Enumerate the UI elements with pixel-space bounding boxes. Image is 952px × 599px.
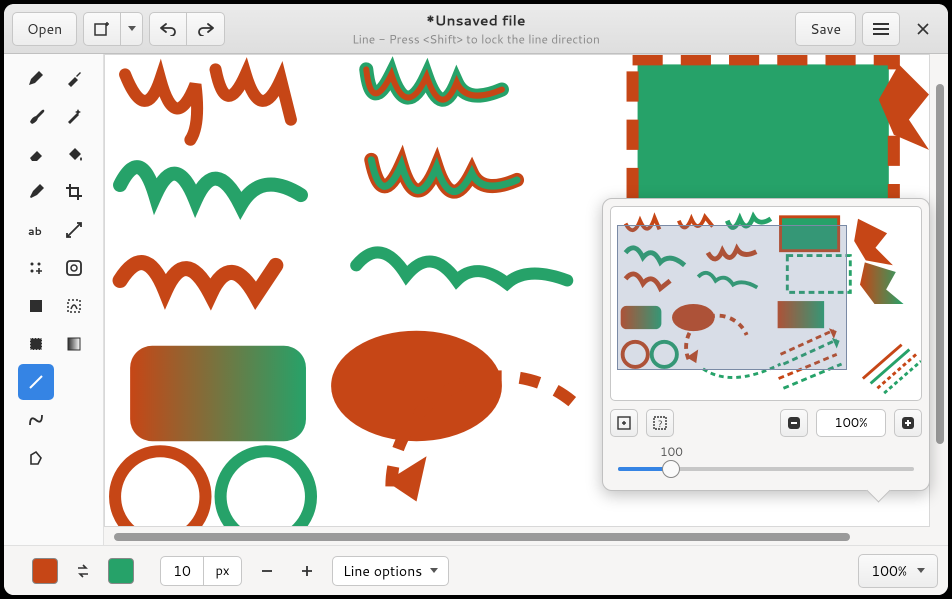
close-button[interactable] [906, 12, 940, 46]
gradient-tool[interactable] [56, 326, 92, 362]
crop-tool[interactable] [56, 174, 92, 210]
eraser-tool[interactable] [18, 136, 54, 172]
size-input[interactable] [160, 556, 204, 586]
app-window: Open *Unsaved file Line - Press <Shift> … [4, 4, 948, 595]
size-decrease-button[interactable] [252, 556, 282, 586]
zoom-input[interactable] [816, 409, 886, 437]
secondary-color-swatch[interactable] [108, 558, 134, 584]
title-center: *Unsaved file Line - Press <Shift> to lo… [352, 10, 600, 47]
zoom-help-button[interactable]: ? [646, 409, 674, 437]
chevron-down-icon [917, 568, 925, 573]
zoom-popover: ? 100 [602, 198, 930, 491]
move-tool[interactable] [56, 212, 92, 248]
undo-redo-group [149, 12, 225, 46]
color-picker-tool[interactable] [56, 60, 92, 96]
magic-tool[interactable] [56, 98, 92, 134]
line-tool[interactable] [18, 364, 54, 400]
new-tab-icon[interactable] [83, 12, 121, 46]
new-menu[interactable] [83, 12, 143, 46]
points-tool[interactable] [18, 250, 54, 286]
vertical-scrollbar[interactable] [932, 54, 948, 527]
pencil-tool[interactable] [18, 60, 54, 96]
zoom-out-button[interactable] [780, 409, 808, 437]
text-tool[interactable]: ab [18, 212, 54, 248]
zoom-slider[interactable]: 100 [610, 443, 922, 483]
open-button[interactable]: Open [12, 12, 77, 46]
menu-icon [873, 23, 889, 35]
horizontal-scrollbar[interactable] [104, 529, 930, 545]
curve-tool[interactable] [18, 402, 54, 438]
primary-color-swatch[interactable] [32, 558, 58, 584]
size-unit: px [204, 556, 242, 586]
select-free-tool[interactable] [18, 288, 54, 324]
canvas-area: ? 100 [104, 54, 948, 545]
window-subtitle: Line - Press <Shift> to lock the line di… [352, 30, 600, 47]
minimap[interactable] [610, 206, 922, 401]
hamburger-menu[interactable] [862, 12, 900, 46]
minimap-viewport[interactable] [617, 225, 847, 370]
slider-label: 100 [660, 443, 683, 460]
size-increase-button[interactable] [292, 556, 322, 586]
window-title: *Unsaved file [352, 10, 600, 30]
new-menu-caret[interactable] [121, 12, 143, 46]
zoom-indicator[interactable]: 100% [858, 554, 938, 588]
toolbox: ab [4, 54, 104, 545]
undo-button[interactable] [149, 12, 187, 46]
line-options-select[interactable]: Line options [332, 556, 449, 586]
zoom-value: 100% [871, 561, 907, 581]
bucket-tool[interactable] [56, 136, 92, 172]
statusbar: px Line options 100% [4, 545, 948, 595]
redo-button[interactable] [187, 12, 225, 46]
svg-text:?: ? [658, 417, 663, 430]
rectangle-tool[interactable] [18, 326, 54, 362]
polygon-tool[interactable] [18, 440, 54, 476]
select-rect-tool[interactable] [56, 250, 92, 286]
titlebar: Open *Unsaved file Line - Press <Shift> … [4, 4, 948, 54]
brush-tool[interactable] [18, 98, 54, 134]
select-color-tool[interactable] [56, 288, 92, 324]
chevron-down-icon [430, 568, 438, 573]
highlighter-tool[interactable] [18, 174, 54, 210]
swap-colors-button[interactable] [68, 556, 98, 586]
svg-text:ab: ab [28, 223, 42, 239]
zoom-fit-button[interactable] [610, 409, 638, 437]
zoom-in-button[interactable] [894, 409, 922, 437]
line-options-label: Line options [343, 561, 422, 581]
save-button[interactable]: Save [795, 12, 856, 46]
body-region: ab [4, 54, 948, 545]
